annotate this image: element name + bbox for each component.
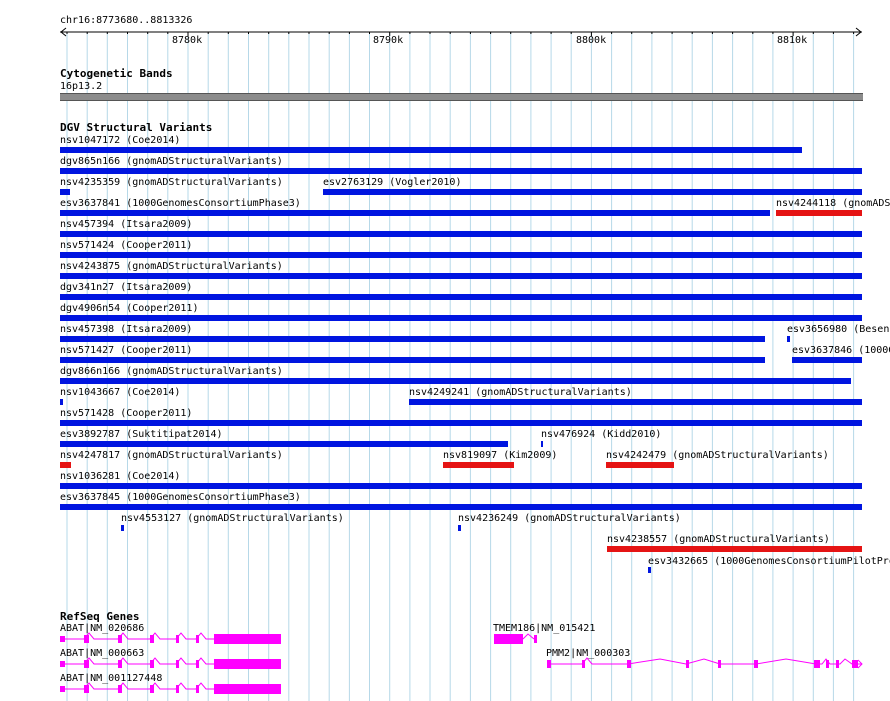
variant-label: dgv341n27 (Itsara2009) bbox=[60, 282, 193, 293]
variant-feature[interactable] bbox=[60, 252, 862, 258]
variant-feature[interactable] bbox=[792, 357, 862, 363]
variant-label: nsv4244118 (gnomADS bbox=[776, 198, 890, 209]
coordinate-ruler[interactable]: chr16:8773680..8813326 8780k 8790k 8800k… bbox=[0, 0, 890, 60]
variant-feature[interactable] bbox=[60, 399, 63, 405]
variant-feature[interactable] bbox=[458, 525, 461, 531]
variant-feature[interactable] bbox=[787, 336, 790, 342]
gene-label: ABAT|NM_000663 bbox=[60, 648, 145, 659]
cytoband-bar[interactable] bbox=[60, 93, 863, 101]
variant-label: nsv476924 (Kidd2010) bbox=[541, 429, 662, 440]
variant-feature[interactable] bbox=[60, 231, 862, 237]
variant-label: dgv4906n54 (Cooper2011) bbox=[60, 303, 199, 314]
variant-label: esv3892787 (Suktitipat2014) bbox=[60, 429, 223, 440]
variant-feature[interactable] bbox=[60, 420, 862, 426]
dgv-track-title: DGV Structural Variants bbox=[60, 121, 213, 134]
variant-label: nsv457394 (Itsara2009) bbox=[60, 219, 193, 230]
variant-feature[interactable] bbox=[60, 378, 851, 384]
variant-label: nsv819097 (Kim2009) bbox=[443, 450, 558, 461]
variant-feature[interactable] bbox=[648, 567, 651, 573]
variant-feature[interactable] bbox=[60, 357, 765, 363]
variant-label: nsv571427 (Cooper2011) bbox=[60, 345, 193, 356]
variant-label: esv2763129 (Vogler2010) bbox=[323, 177, 462, 188]
gene-model-pmm2[interactable] bbox=[547, 657, 863, 669]
variant-label: nsv4235359 (gnomADStructuralVariants) bbox=[60, 177, 283, 188]
variant-label: esv3637845 (1000GenomesConsortiumPhase3) bbox=[60, 492, 301, 503]
gene-label: TMEM186|NM_015421 bbox=[493, 623, 596, 634]
cytoband-label: 16p13.2 bbox=[60, 81, 103, 92]
ruler-axis bbox=[60, 27, 862, 37]
gene-model-tmem186[interactable] bbox=[494, 633, 537, 644]
gene-model-abat-nm020686[interactable] bbox=[60, 632, 281, 644]
variant-feature[interactable] bbox=[60, 462, 71, 468]
gene-model-abat-nm000663[interactable] bbox=[60, 657, 281, 669]
gene-model-abat-nm001127448[interactable] bbox=[60, 682, 281, 694]
ruler-tick-label: 8780k bbox=[172, 35, 203, 46]
variant-label: nsv571424 (Cooper2011) bbox=[60, 240, 193, 251]
variant-feature[interactable] bbox=[121, 525, 124, 531]
variant-feature[interactable] bbox=[541, 441, 543, 447]
variant-feature[interactable] bbox=[60, 168, 862, 174]
variant-feature[interactable] bbox=[606, 462, 674, 468]
variant-label: esv3637846 (1000G bbox=[792, 345, 890, 356]
variant-feature[interactable] bbox=[60, 189, 70, 195]
variant-feature[interactable] bbox=[60, 336, 765, 342]
variant-feature[interactable] bbox=[323, 189, 862, 195]
genome-track-view: chr16:8773680..8813326 8780k 8790k 8800k… bbox=[0, 0, 890, 701]
variant-label: nsv4238557 (gnomADStructuralVariants) bbox=[607, 534, 830, 545]
ruler-tick-label: 8800k bbox=[576, 35, 607, 46]
variant-label: nsv4243875 (gnomADStructuralVariants) bbox=[60, 261, 283, 272]
variant-label: nsv4553127 (gnomADStructuralVariants) bbox=[121, 513, 344, 524]
variant-feature[interactable] bbox=[60, 294, 862, 300]
variant-feature[interactable] bbox=[60, 273, 862, 279]
variant-feature[interactable] bbox=[60, 147, 802, 153]
variant-feature[interactable] bbox=[60, 504, 862, 510]
variant-label: nsv571428 (Cooper2011) bbox=[60, 408, 193, 419]
variant-label: esv3637841 (1000GenomesConsortiumPhase3) bbox=[60, 198, 301, 209]
variant-label: esv3432665 (1000GenomesConsortiumPilotPr… bbox=[648, 556, 890, 567]
variant-feature[interactable] bbox=[60, 315, 862, 321]
variant-label: nsv4242479 (gnomADStructuralVariants) bbox=[606, 450, 829, 461]
variant-label: nsv4247817 (gnomADStructuralVariants) bbox=[60, 450, 283, 461]
variant-label: nsv457398 (Itsara2009) bbox=[60, 324, 193, 335]
gene-label: ABAT|NM_020686 bbox=[60, 623, 145, 634]
variant-label: nsv4236249 (gnomADStructuralVariants) bbox=[458, 513, 681, 524]
variant-feature[interactable] bbox=[60, 210, 770, 216]
variant-feature[interactable] bbox=[409, 399, 862, 405]
variant-label: nsv1047172 (Coe2014) bbox=[60, 135, 181, 146]
variant-label: dgv866n166 (gnomADStructuralVariants) bbox=[60, 366, 283, 377]
cytoband-track-title: Cytogenetic Bands bbox=[60, 67, 173, 80]
variant-feature[interactable] bbox=[443, 462, 514, 468]
gene-label: PMM2|NM_000303 bbox=[546, 648, 631, 659]
ruler-tick-label: 8790k bbox=[373, 35, 404, 46]
variant-label: esv3656980 (Besenb bbox=[787, 324, 890, 335]
variant-feature[interactable] bbox=[776, 210, 862, 216]
ruler-tick-label: 8810k bbox=[777, 35, 808, 46]
refseq-track-title: RefSeq Genes bbox=[60, 610, 140, 623]
variant-label: nsv1043667 (Coe2014) bbox=[60, 387, 181, 398]
gene-label: ABAT|NM_001127448 bbox=[60, 673, 163, 684]
variant-label: nsv4249241 (gnomADStructuralVariants) bbox=[409, 387, 632, 398]
variant-feature[interactable] bbox=[60, 483, 862, 489]
variant-label: dgv865n166 (gnomADStructuralVariants) bbox=[60, 156, 283, 167]
variant-feature[interactable] bbox=[60, 441, 508, 447]
variant-label: nsv1036281 (Coe2014) bbox=[60, 471, 181, 482]
variant-feature[interactable] bbox=[607, 546, 862, 552]
